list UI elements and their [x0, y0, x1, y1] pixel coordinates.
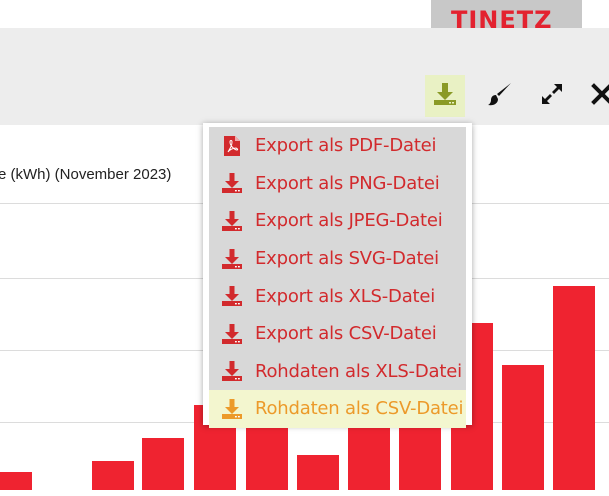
close-button[interactable]	[582, 75, 609, 117]
download-icon	[209, 323, 255, 345]
chart-bar[interactable]	[0, 471, 32, 490]
chart-bar[interactable]	[553, 285, 595, 490]
close-icon	[590, 82, 609, 111]
export-menu-item-label: Export als CSV-Datei	[255, 323, 437, 345]
download-icon	[209, 210, 255, 232]
download-button[interactable]	[425, 75, 465, 117]
download-icon	[209, 360, 255, 382]
download-icon	[209, 172, 255, 194]
export-menu-item[interactable]: Export als CSV-Datei	[209, 314, 466, 353]
chart-bar[interactable]	[502, 365, 544, 490]
export-menu-item-label: Export als PDF-Datei	[255, 135, 437, 157]
export-menu: Export als PDF-Datei Export als PNG-Date…	[203, 123, 472, 428]
export-menu-item[interactable]: Rohdaten als XLS-Datei	[209, 352, 466, 391]
export-menu-item[interactable]: Export als SVG-Datei	[209, 239, 466, 278]
export-menu-item-label: Export als SVG-Datei	[255, 248, 439, 270]
chart-title: e (kWh) (November 2023)	[0, 166, 172, 183]
expand-icon	[540, 82, 564, 111]
download-icon	[209, 285, 255, 307]
export-menu-item[interactable]: Export als XLS-Datei	[209, 277, 466, 315]
download-icon	[432, 81, 458, 112]
chart-bar[interactable]	[92, 460, 134, 490]
brush-button[interactable]	[480, 75, 520, 117]
export-menu-item[interactable]: Export als PNG-Datei	[209, 164, 466, 203]
download-icon	[209, 398, 255, 420]
pdf-file-icon	[209, 135, 255, 157]
export-menu-item-label: Export als PNG-Datei	[255, 172, 440, 194]
export-menu-item-label: Rohdaten als CSV-Datei	[255, 398, 464, 420]
fullscreen-button[interactable]	[532, 75, 572, 117]
export-menu-item[interactable]: Export als JPEG-Datei	[209, 202, 466, 240]
export-menu-list: Export als PDF-Datei Export als PNG-Date…	[209, 127, 466, 428]
export-menu-item[interactable]: Rohdaten als CSV-Datei	[209, 390, 466, 428]
export-menu-item-label: Export als JPEG-Datei	[255, 210, 443, 232]
export-menu-item-label: Rohdaten als XLS-Datei	[255, 360, 462, 382]
chart-bar[interactable]	[142, 438, 184, 490]
export-menu-item[interactable]: Export als PDF-Datei	[209, 127, 466, 165]
chart-bar[interactable]	[297, 455, 339, 490]
export-menu-item-label: Export als XLS-Datei	[255, 285, 436, 307]
download-icon	[209, 248, 255, 270]
brush-icon	[487, 81, 513, 112]
